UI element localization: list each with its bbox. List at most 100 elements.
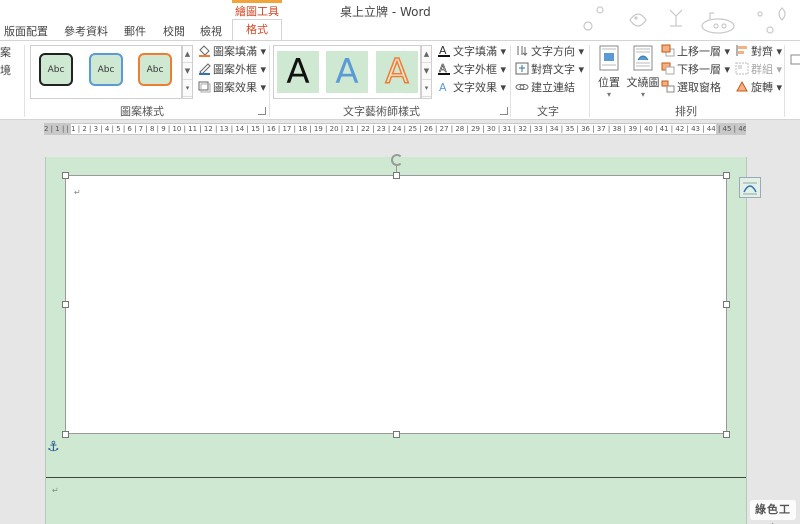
shape-fill-button[interactable]: 圖案填滿 ▾ <box>197 44 266 60</box>
gallery-more-icon[interactable]: ▾ <box>422 80 431 97</box>
align-objects-icon <box>735 44 749 57</box>
bring-forward-button[interactable]: 上移一層 ▾ <box>661 44 730 60</box>
align-label: 對齊 <box>751 45 773 58</box>
text-outline-icon: A <box>437 62 451 75</box>
shape-style-thumb-2[interactable]: Abc <box>89 53 123 86</box>
rotate-icon <box>735 80 749 93</box>
text-fill-label: 文字填滿 <box>453 45 497 58</box>
align-text-label: 對齊文字 <box>531 63 575 76</box>
shape-outline-label: 圖案外框 <box>213 63 257 76</box>
gallery-more-icon[interactable]: ▾ <box>183 80 192 97</box>
send-backward-label: 下移一層 <box>677 63 721 76</box>
text-direction-icon <box>515 44 529 57</box>
group-separator <box>510 45 511 117</box>
tab-view[interactable]: 檢視 <box>200 23 222 39</box>
bring-forward-icon <box>661 44 675 57</box>
shape-style-thumb-3[interactable]: Abc <box>138 53 172 86</box>
tab-review[interactable]: 校閱 <box>163 23 185 39</box>
text-outline-label: 文字外框 <box>453 63 497 76</box>
anchor-icon[interactable]: ⚓ <box>47 439 60 455</box>
wordart-style-1[interactable]: A <box>277 51 319 93</box>
window-title: 桌上立牌 - Word <box>340 5 431 19</box>
pencil-icon <box>197 62 211 75</box>
svg-text:A: A <box>439 81 447 93</box>
group-objects-label: 群組 <box>751 63 773 76</box>
text-direction-button[interactable]: 文字方向 ▾ <box>515 44 584 60</box>
send-backward-button[interactable]: 下移一層 ▾ <box>661 62 730 78</box>
arrange-group-label: 排列 <box>675 105 697 118</box>
shape-style-thumb-1[interactable]: Abc <box>39 53 73 86</box>
title-bar: 繪圖工具 桌上立牌 - Word 版面配置 參考資料 郵件 校閱 檢視 格式 <box>0 0 800 42</box>
resize-handle-left[interactable] <box>62 301 69 308</box>
shape-effects-icon <box>197 80 211 93</box>
group-objects-button[interactable]: 群組 ▾ <box>735 62 782 78</box>
group-separator <box>24 45 25 117</box>
resize-handle-right[interactable] <box>723 301 730 308</box>
text-group-label: 文字 <box>537 105 559 118</box>
resize-handle-top-left[interactable] <box>62 172 69 179</box>
tab-format[interactable]: 格式 <box>232 19 282 42</box>
scroll-up-icon[interactable]: ▲ <box>422 46 431 63</box>
tab-references[interactable]: 參考資料 <box>64 23 108 39</box>
shape-outline-button[interactable]: 圖案外框 ▾ <box>197 62 266 78</box>
text-effects-icon: A <box>437 80 451 94</box>
layout-options-button[interactable] <box>739 177 761 198</box>
tab-layout[interactable]: 版面配置 <box>4 23 48 39</box>
wordart-styles-launcher-icon[interactable] <box>500 107 508 115</box>
partial-command-2[interactable]: 境 <box>0 63 11 79</box>
align-text-icon <box>515 62 529 75</box>
text-outline-button[interactable]: A 文字外框 ▾ <box>437 62 506 78</box>
group-separator <box>589 45 590 117</box>
link-icon <box>515 80 529 93</box>
wordart-style-3[interactable]: A <box>376 51 418 93</box>
shape-styles-launcher-icon[interactable] <box>258 107 266 115</box>
selection-pane-label: 選取窗格 <box>677 81 721 94</box>
text-direction-label: 文字方向 <box>531 45 575 58</box>
layout-options-icon <box>743 182 757 195</box>
paint-bucket-icon <box>197 44 211 57</box>
wordart-gallery-scroll[interactable]: ▲ ▼ ▾ <box>421 45 432 99</box>
rotate-handle-icon[interactable] <box>391 154 403 166</box>
scroll-down-icon[interactable]: ▼ <box>422 63 431 80</box>
partial-command-1[interactable]: 案 <box>0 45 11 61</box>
scroll-up-icon[interactable]: ▲ <box>183 46 192 63</box>
resize-handle-top-right[interactable] <box>723 172 730 179</box>
sea-creatures-decoration <box>583 6 786 34</box>
wordart-style-2[interactable]: A <box>326 51 368 93</box>
paragraph-mark-2: ↵ <box>52 486 59 495</box>
shape-effects-button[interactable]: 圖案效果 ▾ <box>197 80 266 96</box>
size-button-partial[interactable] <box>789 53 800 69</box>
resize-handle-bottom-left[interactable] <box>62 431 69 438</box>
shape-styles-gallery-scroll[interactable]: ▲ ▼ ▾ <box>182 45 193 99</box>
horizontal-ruler[interactable]: 2 | 1 | | 1 | 2 | 3 | 4 | 5 | 6 | 7 | 8 … <box>0 121 800 137</box>
shape-fill-label: 圖案填滿 <box>213 45 257 58</box>
rotate-button[interactable]: 旋轉 ▾ <box>735 80 782 96</box>
shape-effects-label: 圖案效果 <box>213 81 257 94</box>
selection-pane-button[interactable]: 選取窗格 <box>661 80 721 96</box>
resize-handle-top[interactable] <box>393 172 400 179</box>
group-separator <box>269 45 270 117</box>
text-fill-button[interactable]: A 文字填滿 ▾ <box>437 44 506 60</box>
wrap-text-icon <box>633 45 653 71</box>
create-link-button[interactable]: 建立連結 <box>515 80 575 96</box>
align-button[interactable]: 對齊 ▾ <box>735 44 782 60</box>
text-box-shape[interactable]: ↵ <box>65 175 727 434</box>
scroll-down-icon[interactable]: ▼ <box>183 63 192 80</box>
position-button[interactable]: 位置 ▾ <box>594 45 624 99</box>
tab-mailings[interactable]: 郵件 <box>124 23 146 39</box>
wrap-text-button[interactable]: 文繞圖 ▾ <box>626 45 660 99</box>
resize-handle-bottom-right[interactable] <box>723 431 730 438</box>
watermark-logo: 綠色工廠 <box>750 500 796 524</box>
text-fill-icon: A <box>437 44 451 57</box>
align-text-button[interactable]: 對齊文字 ▾ <box>515 62 584 78</box>
wordart-styles-group-label: 文字藝術師樣式 <box>343 105 420 118</box>
position-label: 位置 <box>598 76 620 89</box>
send-backward-icon <box>661 62 675 75</box>
group-objects-icon <box>735 62 749 75</box>
position-icon <box>599 45 619 71</box>
resize-handle-bottom[interactable] <box>393 431 400 438</box>
group-separator <box>784 45 785 117</box>
paragraph-mark: ↵ <box>74 188 81 197</box>
text-effects-button[interactable]: A 文字效果 ▾ <box>437 80 506 96</box>
create-link-label: 建立連結 <box>531 81 575 94</box>
